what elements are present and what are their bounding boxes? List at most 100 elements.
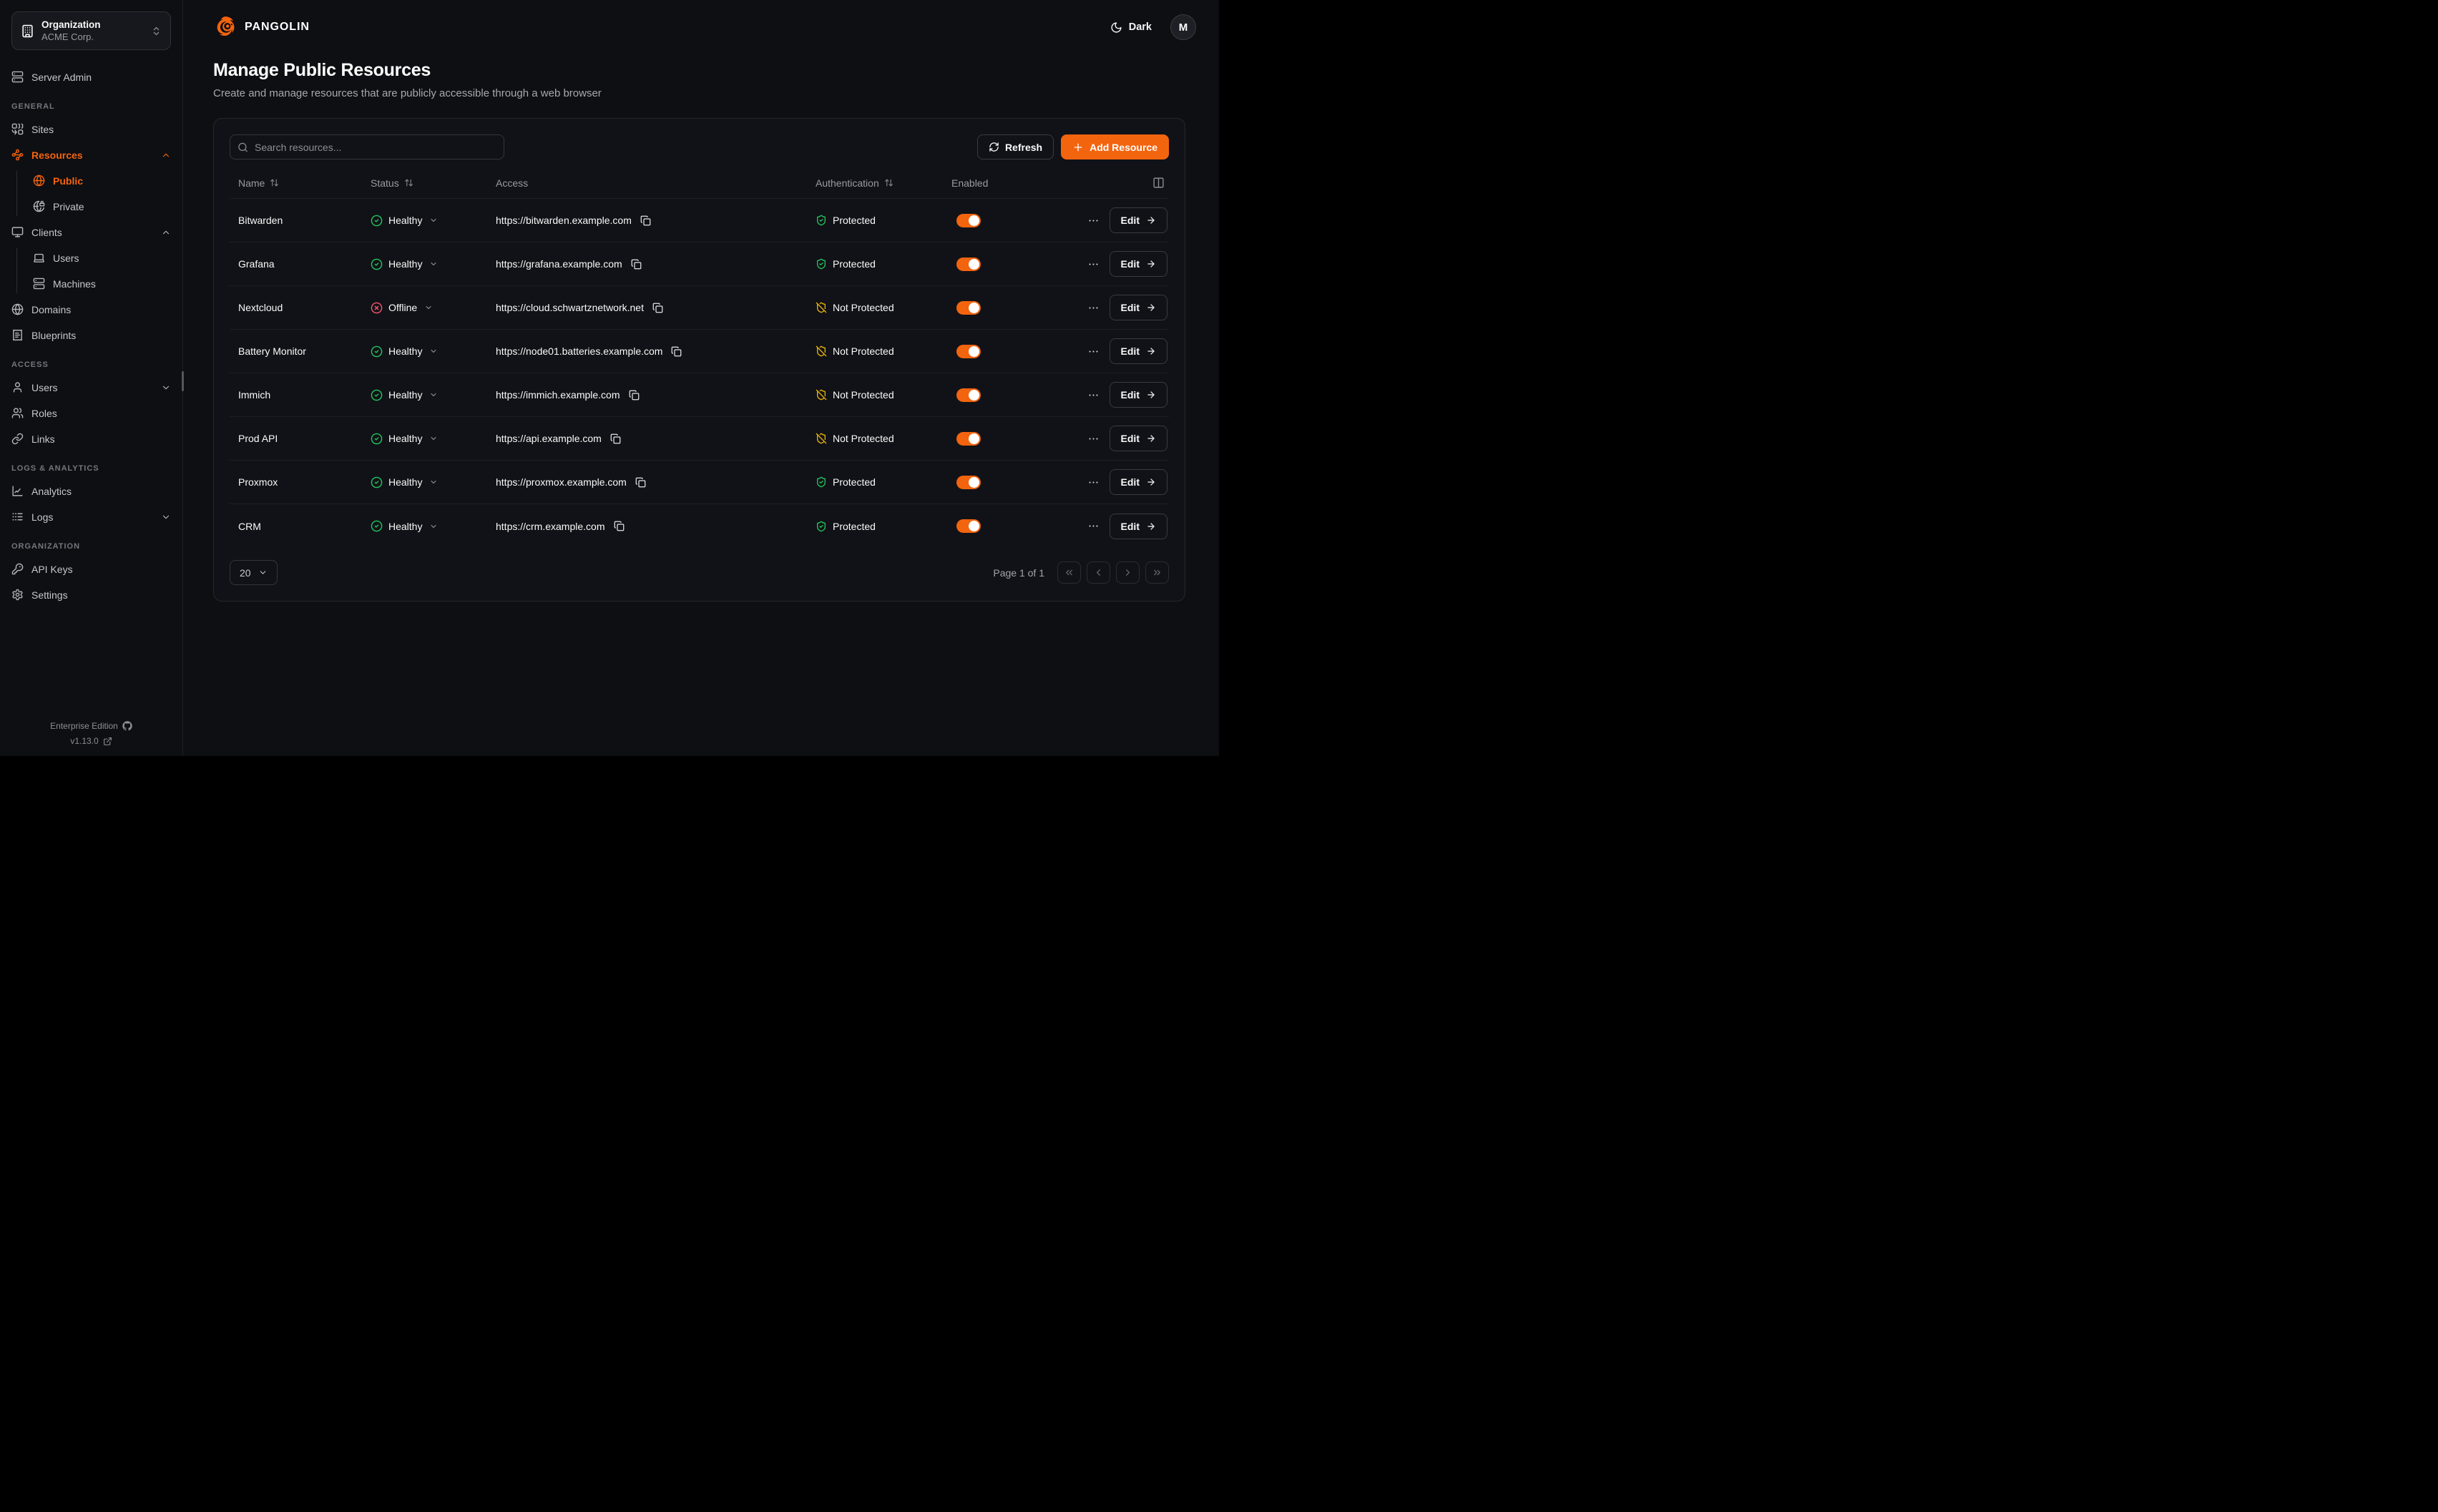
chevron-down-icon[interactable]	[429, 478, 438, 486]
row-menu-button[interactable]	[1087, 258, 1100, 270]
actions-cell: Edit	[1050, 426, 1169, 451]
edit-button[interactable]: Edit	[1110, 338, 1167, 364]
chevron-down-icon[interactable]	[429, 260, 438, 268]
edit-button[interactable]: Edit	[1110, 426, 1167, 451]
columns-view-icon[interactable]	[1152, 177, 1165, 189]
status-cell[interactable]: Healthy	[362, 389, 487, 401]
status-cell[interactable]: Healthy	[362, 345, 487, 358]
row-menu-button[interactable]	[1087, 215, 1100, 227]
enabled-toggle[interactable]	[956, 432, 981, 446]
search-input[interactable]	[230, 134, 504, 159]
sidebar-item-public[interactable]: Public	[27, 170, 177, 192]
authentication-cell: Protected	[807, 476, 943, 488]
chevron-down-icon[interactable]	[429, 522, 438, 531]
row-menu-button[interactable]	[1087, 476, 1100, 489]
sidebar-item-analytics[interactable]: Analytics	[6, 480, 177, 502]
resource-url[interactable]: https://cloud.schwartznetwork.net	[496, 302, 644, 313]
sidebar-item-clients[interactable]: Clients	[6, 221, 177, 243]
row-menu-button[interactable]	[1087, 520, 1100, 532]
copy-icon[interactable]	[610, 433, 621, 444]
status-cell[interactable]: Healthy	[362, 258, 487, 270]
previous-page-button[interactable]	[1087, 561, 1110, 584]
column-header-authentication[interactable]: Authentication	[807, 177, 943, 189]
chevron-down-icon[interactable]	[429, 347, 438, 355]
resource-url[interactable]: https://api.example.com	[496, 433, 602, 444]
sidebar-item-logs[interactable]: Logs	[6, 506, 177, 528]
copy-icon[interactable]	[635, 477, 646, 488]
sidebar-item-resources[interactable]: Resources	[6, 144, 177, 166]
sidebar-item-private[interactable]: Private	[27, 195, 177, 217]
avatar[interactable]: M	[1170, 14, 1196, 40]
resource-url[interactable]: https://bitwarden.example.com	[496, 215, 632, 226]
enabled-toggle[interactable]	[956, 301, 981, 315]
edit-button[interactable]: Edit	[1110, 514, 1167, 539]
edit-button[interactable]: Edit	[1110, 382, 1167, 408]
sidebar-item-server-admin[interactable]: Server Admin	[6, 66, 177, 88]
sidebar-scrollbar[interactable]	[182, 371, 184, 391]
copy-icon[interactable]	[614, 521, 625, 531]
next-page-button[interactable]	[1116, 561, 1140, 584]
add-resource-button[interactable]: Add Resource	[1061, 134, 1169, 159]
enabled-toggle[interactable]	[956, 519, 981, 533]
chevron-down-icon[interactable]	[429, 216, 438, 225]
page-subtitle: Create and manage resources that are pub…	[213, 87, 1185, 99]
status-cell[interactable]: Healthy	[362, 433, 487, 445]
sidebar-item-domains[interactable]: Domains	[6, 298, 177, 320]
enabled-toggle[interactable]	[956, 388, 981, 402]
copy-icon[interactable]	[652, 303, 663, 313]
sidebar-item-client-users[interactable]: Users	[27, 247, 177, 269]
resource-url[interactable]: https://node01.batteries.example.com	[496, 345, 662, 357]
status-cell[interactable]: Healthy	[362, 476, 487, 489]
status-cell[interactable]: Healthy	[362, 215, 487, 227]
resource-url[interactable]: https://immich.example.com	[496, 389, 620, 401]
copy-icon[interactable]	[671, 346, 682, 357]
sidebar-item-blueprints[interactable]: Blueprints	[6, 324, 177, 346]
copy-icon[interactable]	[629, 390, 640, 401]
chevron-down-icon[interactable]	[429, 434, 438, 443]
column-header-status[interactable]: Status	[362, 177, 487, 189]
sidebar-item-users[interactable]: Users	[6, 376, 177, 398]
resource-url[interactable]: https://grafana.example.com	[496, 258, 622, 270]
chevron-down-icon[interactable]	[429, 391, 438, 399]
sidebar-item-roles[interactable]: Roles	[6, 402, 177, 424]
github-icon[interactable]	[122, 721, 132, 731]
sort-icon[interactable]	[270, 178, 279, 187]
chevron-down-icon[interactable]	[424, 303, 433, 312]
enabled-cell	[943, 257, 1050, 271]
copy-icon[interactable]	[631, 259, 642, 270]
org-selector[interactable]: Organization ACME Corp.	[11, 11, 171, 50]
enabled-toggle[interactable]	[956, 345, 981, 358]
brand-logo[interactable]: PANGOLIN	[213, 15, 310, 39]
sidebar-item-sites[interactable]: Sites	[6, 118, 177, 140]
sidebar-item-api-keys[interactable]: API Keys	[6, 558, 177, 580]
last-page-button[interactable]	[1145, 561, 1169, 584]
theme-toggle[interactable]: Dark	[1110, 21, 1152, 34]
edit-button[interactable]: Edit	[1110, 207, 1167, 233]
enabled-toggle[interactable]	[956, 257, 981, 271]
sort-icon[interactable]	[404, 178, 413, 187]
status-cell[interactable]: Healthy	[362, 520, 487, 532]
row-menu-button[interactable]	[1087, 389, 1100, 401]
column-header-name[interactable]: Name	[230, 177, 362, 189]
resource-name: Grafana	[230, 258, 362, 270]
copy-icon[interactable]	[640, 215, 651, 226]
refresh-button[interactable]: Refresh	[977, 134, 1054, 159]
edit-button[interactable]: Edit	[1110, 469, 1167, 495]
resource-url[interactable]: https://proxmox.example.com	[496, 476, 627, 488]
resource-url[interactable]: https://crm.example.com	[496, 521, 605, 532]
sidebar-item-links[interactable]: Links	[6, 428, 177, 450]
row-menu-button[interactable]	[1087, 345, 1100, 358]
sidebar-item-machines[interactable]: Machines	[27, 273, 177, 295]
enabled-toggle[interactable]	[956, 214, 981, 227]
edit-button[interactable]: Edit	[1110, 295, 1167, 320]
external-link-icon[interactable]	[103, 737, 112, 746]
edit-button[interactable]: Edit	[1110, 251, 1167, 277]
enabled-toggle[interactable]	[956, 476, 981, 489]
status-cell[interactable]: Offline	[362, 302, 487, 314]
sort-icon[interactable]	[884, 178, 894, 187]
row-menu-button[interactable]	[1087, 433, 1100, 445]
page-size-select[interactable]: 20	[230, 560, 278, 585]
sidebar-item-settings[interactable]: Settings	[6, 584, 177, 606]
first-page-button[interactable]	[1057, 561, 1081, 584]
row-menu-button[interactable]	[1087, 302, 1100, 314]
